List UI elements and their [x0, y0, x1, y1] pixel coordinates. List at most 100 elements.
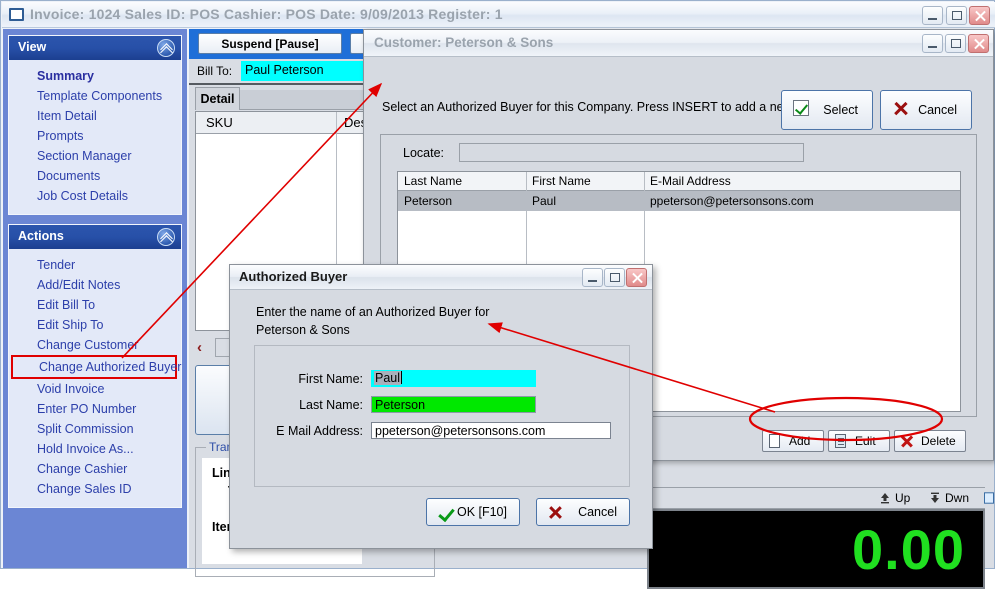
authorized-buyer-title: Authorized Buyer — [239, 269, 348, 284]
sidebar-item-split-commission[interactable]: Split Commission — [9, 419, 181, 439]
sidebar-panel-view: View Summary Template Components Item De… — [8, 35, 182, 215]
select-button-label: Select — [823, 103, 858, 117]
sidebar-panel-actions-body: Tender Add/Edit Notes Edit Bill To Edit … — [9, 249, 181, 507]
sidebar-panel-view-header[interactable]: View — [9, 36, 181, 60]
column-header-first-name: First Name — [532, 174, 591, 188]
email-field[interactable]: ppeterson@petersonsons.com — [371, 422, 611, 439]
arrow-down-icon[interactable] — [929, 492, 941, 504]
arrow-up-icon[interactable] — [879, 492, 891, 504]
sidebar-panel-view-title: View — [18, 40, 47, 54]
maximize-button[interactable] — [946, 6, 967, 25]
sidebar: View Summary Template Components Item De… — [3, 29, 187, 568]
bill-to-label: Bill To: — [197, 64, 233, 78]
customer-dialog-title: Customer: Peterson & Sons — [374, 35, 554, 50]
buyer-form-group: First Name: Paul Last Name: Peterson E M… — [254, 345, 630, 487]
sidebar-item-void-invoice[interactable]: Void Invoice — [9, 379, 181, 399]
customer-minimize-button[interactable] — [922, 34, 943, 53]
buyer-cancel-button[interactable]: Cancel — [536, 498, 630, 526]
close-button[interactable] — [969, 6, 990, 25]
chevron-double-up-icon[interactable] — [157, 39, 175, 57]
sidebar-item-change-sales-id[interactable]: Change Sales ID — [9, 479, 181, 499]
suspend-button[interactable]: Suspend [Pause] — [198, 33, 342, 54]
minimize-button[interactable] — [922, 6, 943, 25]
email-label: E Mail Address: — [276, 424, 363, 438]
x-mark-icon — [893, 101, 908, 116]
delete-button[interactable]: Delete — [894, 430, 966, 452]
ok-button-label: OK [F10] — [456, 505, 507, 519]
cancel-button[interactable]: Cancel — [880, 90, 972, 130]
document-new-icon — [769, 434, 780, 448]
last-name-field[interactable]: Peterson — [371, 396, 536, 413]
sidebar-item-edit-bill-to[interactable]: Edit Bill To — [9, 295, 181, 315]
ok-button[interactable]: OK [F10] — [426, 498, 520, 526]
sidebar-item-prompts[interactable]: Prompts — [9, 126, 181, 146]
first-name-value: Paul — [374, 371, 402, 385]
delete-button-label: Delete — [921, 434, 956, 448]
sidebar-item-summary[interactable]: Summary — [9, 66, 181, 86]
cell-last-name: Peterson — [404, 194, 453, 208]
buyer-minimize-button[interactable] — [582, 268, 603, 287]
column-header-email: E-Mail Address — [650, 174, 731, 188]
sidebar-item-change-cashier[interactable]: Change Cashier — [9, 459, 181, 479]
sidebar-item-section-manager[interactable]: Section Manager — [9, 146, 181, 166]
chevron-double-up-icon[interactable] — [157, 228, 175, 246]
checkmark-icon — [793, 100, 809, 116]
page-title: Invoice: 1024 Sales ID: POS Cashier: POS… — [30, 6, 503, 22]
application-window: Invoice: 1024 Sales ID: POS Cashier: POS… — [0, 0, 995, 589]
text-caret — [401, 371, 403, 384]
authorized-buyers-grid-header: Last Name First Name E-Mail Address — [398, 172, 960, 191]
sidebar-item-change-customer[interactable]: Change Customer — [9, 335, 181, 355]
tab-detail[interactable]: Detail — [195, 87, 240, 110]
cancel-button-label: Cancel — [918, 103, 957, 117]
customer-maximize-button[interactable] — [945, 34, 966, 53]
sidebar-item-add-edit-notes[interactable]: Add/Edit Notes — [9, 275, 181, 295]
first-name-label: First Name: — [298, 372, 363, 386]
customer-dialog-instruction: Select an Authorized Buyer for this Comp… — [382, 100, 832, 114]
sidebar-item-change-authorized-buyer[interactable]: Change Authorized Buyer — [11, 355, 181, 379]
cell-first-name: Paul — [532, 194, 557, 208]
grid-action-toolbar: Up Dwn Add [INS] Del [DEL] — [647, 487, 994, 509]
first-name-field[interactable]: Paul — [371, 370, 536, 387]
total-display: 0.00 — [647, 509, 985, 589]
sidebar-item-enter-po-number[interactable]: Enter PO Number — [9, 399, 181, 419]
column-header-last-name: Last Name — [404, 174, 463, 188]
locate-input[interactable] — [459, 143, 804, 162]
edit-button-label: Edit — [855, 434, 876, 448]
edit-button[interactable]: Edit — [828, 430, 890, 452]
select-button[interactable]: Select — [781, 90, 873, 130]
sidebar-item-tender[interactable]: Tender — [9, 255, 181, 275]
sidebar-panel-actions-header[interactable]: Actions — [9, 225, 181, 249]
authorized-buyer-dialog: Authorized Buyer Enter the name of an Au… — [229, 264, 653, 549]
total-amount: 0.00 — [852, 518, 965, 581]
sidebar-item-edit-ship-to[interactable]: Edit Ship To — [9, 315, 181, 335]
sidebar-panel-actions: Actions Tender Add/Edit Notes Edit Bill … — [8, 224, 182, 508]
buyer-instruction-line2: Peterson & Sons — [256, 323, 350, 337]
last-name-label: Last Name: — [299, 398, 363, 412]
move-down-label[interactable]: Dwn — [945, 491, 969, 505]
document-add-icon[interactable] — [983, 492, 995, 504]
sidebar-item-job-cost-details[interactable]: Job Cost Details — [9, 186, 181, 206]
chevron-left-icon[interactable]: ‹ — [197, 339, 202, 356]
buyer-maximize-button[interactable] — [604, 268, 625, 287]
sidebar-panel-actions-title: Actions — [18, 229, 64, 243]
sidebar-panel-view-body: Summary Template Components Item Detail … — [9, 60, 181, 214]
sidebar-item-template-components[interactable]: Template Components — [9, 86, 181, 106]
customer-dialog-titlebar: Customer: Peterson & Sons — [364, 30, 993, 57]
move-up-label[interactable]: Up — [895, 491, 910, 505]
sidebar-item-hold-invoice-as[interactable]: Hold Invoice As... — [9, 439, 181, 459]
sidebar-item-documents[interactable]: Documents — [9, 166, 181, 186]
buyer-instruction-line1: Enter the name of an Authorized Buyer fo… — [256, 305, 490, 319]
sidebar-item-item-detail[interactable]: Item Detail — [9, 106, 181, 126]
buyer-close-button[interactable] — [626, 268, 647, 287]
locate-label: Locate: — [403, 146, 445, 160]
window-icon — [9, 8, 24, 21]
authorized-buyer-titlebar: Authorized Buyer — [230, 265, 652, 290]
document-edit-icon — [835, 434, 846, 448]
column-header-sku: SKU — [206, 115, 233, 130]
customer-close-button[interactable] — [968, 34, 989, 53]
checkmark-icon — [439, 506, 453, 520]
buyer-cancel-label: Cancel — [578, 505, 617, 519]
add-button[interactable]: Add — [762, 430, 824, 452]
cell-email: ppeterson@petersonsons.com — [650, 194, 814, 208]
table-row[interactable]: Peterson Paul ppeterson@petersonsons.com — [398, 191, 960, 211]
